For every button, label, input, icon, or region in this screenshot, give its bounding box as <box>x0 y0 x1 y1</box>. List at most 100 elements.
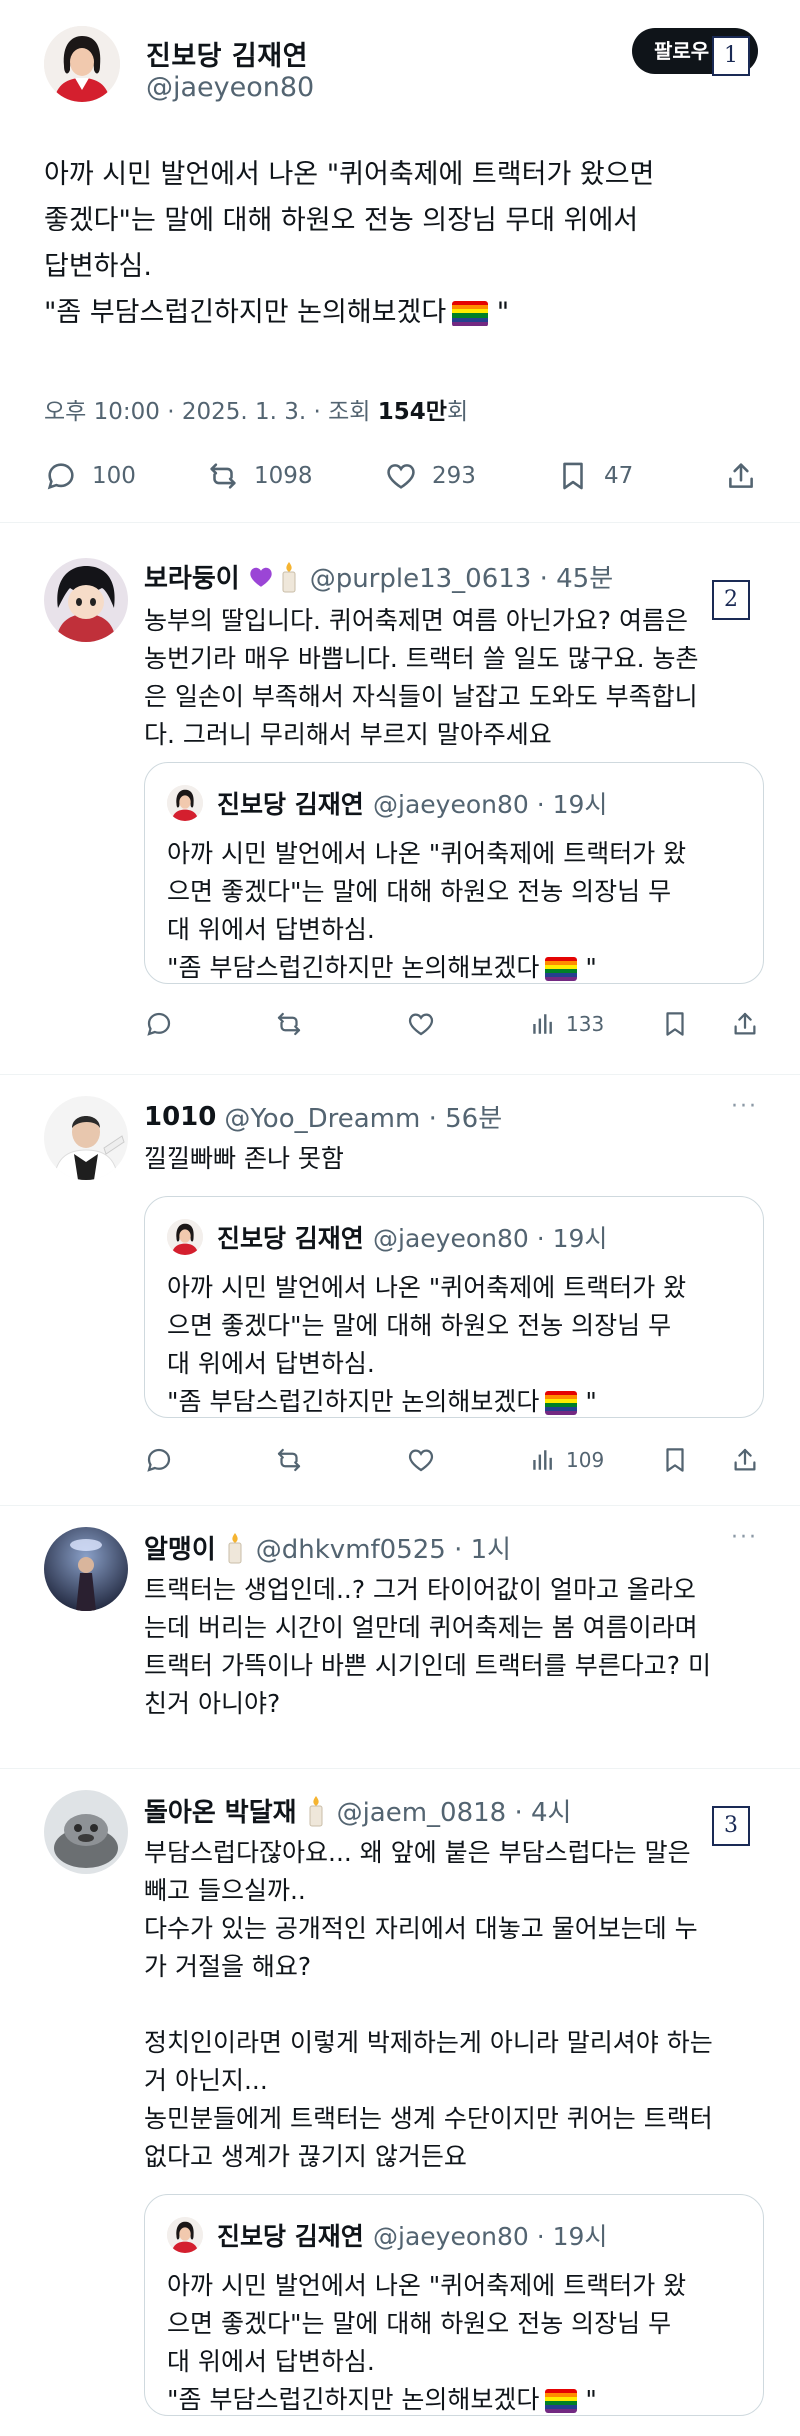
reply-text: 낄낄빠빠 존나 못함 <box>144 1140 764 1178</box>
analytics-icon <box>530 1011 556 1037</box>
reply-text-line: 농번기라 매우 바쁩니다. 트랙터 쓸 일도 많구요. 농촌 <box>144 644 699 673</box>
reply-post[interactable]: 알맹이 @dhkvmf0525 · 1시 ··· 트랙터는 생업인데..? 그거… <box>0 1507 800 1769</box>
quoted-handle: @jaeyeon80 · 19시 <box>373 790 608 819</box>
view-count-suffix: 회 <box>446 399 469 425</box>
reply-display-name[interactable]: 알맹이 <box>144 1529 216 1566</box>
bookmark-button[interactable]: 47 <box>556 454 633 498</box>
more-options-icon[interactable]: ··· <box>731 1525 758 1550</box>
bookmark-icon <box>660 1445 690 1475</box>
views-button[interactable]: 133 <box>530 1006 604 1042</box>
like-button[interactable]: 293 <box>384 454 476 498</box>
reply-header: 1010 @Yoo_Dreamm · 56분 <box>144 1098 502 1135</box>
bookmark-icon <box>556 459 590 493</box>
reply-text-line: 농부의 딸입니다. 퀴어축제면 여름 아닌가요? 여름은 <box>144 606 688 635</box>
like-button[interactable] <box>406 1006 436 1042</box>
rainbow-flag-icon <box>545 2389 578 2413</box>
share-icon <box>724 459 758 493</box>
more-options-icon[interactable]: ··· <box>731 1094 758 1119</box>
candle-icon <box>224 1531 246 1565</box>
rainbow-flag-icon <box>545 957 578 981</box>
analytics-icon <box>530 1447 556 1473</box>
repost-icon <box>274 1445 304 1475</box>
post-timestamp[interactable]: 오후 10:00 · 2025. 1. 3. · 조회 <box>44 399 378 425</box>
views-button[interactable]: 109 <box>530 1442 604 1478</box>
view-count: 154만 <box>377 399 447 425</box>
quoted-text-line: 으면 좋겠다"는 말에 대해 하원오 전농 의장님 무 <box>167 877 672 906</box>
quoted-display-name: 진보당 김재연 <box>217 2222 364 2251</box>
reply-text-line: 농민분들에게 트랙터는 생계 수단이지만 퀴어는 트랙터 <box>144 2104 713 2133</box>
reply-handle[interactable]: @Yoo_Dreamm · 56분 <box>224 1098 502 1135</box>
reply-header: 돌아온 박달재 @jaem_0818 · 4시 <box>144 1792 571 1829</box>
repost-count: 1098 <box>254 463 313 489</box>
reply-avatar[interactable] <box>44 1790 128 1874</box>
author-avatar[interactable] <box>44 26 120 102</box>
repost-button[interactable] <box>274 1006 304 1042</box>
reply-avatar[interactable] <box>44 1096 128 1180</box>
quoted-text-line: 으면 좋겠다"는 말에 대해 하원오 전농 의장님 무 <box>167 2309 672 2338</box>
quoted-author-avatar <box>167 1219 203 1255</box>
reply-icon <box>44 459 78 493</box>
bookmark-count: 47 <box>604 463 634 489</box>
reply-display-name[interactable]: 1010 <box>144 1102 216 1132</box>
quoted-author-avatar <box>167 785 203 821</box>
view-count: 109 <box>566 1448 605 1472</box>
main-post-divider <box>0 522 800 523</box>
reply-text-line <box>144 1986 764 2024</box>
quoted-display-name: 진보당 김재연 <box>217 1224 364 1253</box>
share-button[interactable] <box>724 454 758 498</box>
reply-avatar[interactable] <box>44 1527 128 1611</box>
candle-icon <box>305 1794 327 1828</box>
reply-text: 트랙터는 생업인데..? 그거 타이어값이 얼마고 올라오 는데 버리는 시간이… <box>144 1571 764 1723</box>
quoted-text-line: "좀 부담스럽긴하지만 논의해보겠다 " <box>167 2385 597 2414</box>
bookmark-button[interactable] <box>660 1006 690 1042</box>
post-text-line: "좀 부담스럽긴하지만 논의해보겠다 " <box>44 297 510 328</box>
reply-handle[interactable]: @jaem_0818 · 4시 <box>337 1792 572 1829</box>
reply-post[interactable]: 1010 @Yoo_Dreamm · 56분 ··· 낄낄빠빠 존나 못함 진보… <box>0 1076 800 1506</box>
post-text-line: 답변하심. <box>44 251 152 282</box>
quoted-post[interactable]: 진보당 김재연 @jaeyeon80 · 19시 아까 시민 발언에서 나온 "… <box>144 2194 764 2416</box>
reply-handle[interactable]: @purple13_0613 · 45분 <box>310 558 613 595</box>
reply-header: 알맹이 @dhkvmf0525 · 1시 <box>144 1529 511 1566</box>
reply-handle[interactable]: @dhkvmf0525 · 1시 <box>256 1529 511 1566</box>
reply-count: 100 <box>92 463 136 489</box>
reply-text: 부담스럽다잖아요... 왜 앞에 붙은 부담스럽다는 말은 빼고 들으실까.. … <box>144 1834 764 2176</box>
post-actions: 100 1098 293 47 <box>44 454 760 498</box>
rainbow-flag-icon <box>545 1391 578 1415</box>
quoted-text-line: 대 위에서 답변하심. <box>167 915 375 944</box>
reply-text-line: 는데 버리는 시간이 얼만데 퀴어축제는 봄 여름이라며 <box>144 1613 698 1642</box>
quoted-text-line: 대 위에서 답변하심. <box>167 1349 375 1378</box>
like-count: 293 <box>432 463 476 489</box>
reply-text-line: 친거 아니야? <box>144 1689 281 1718</box>
share-icon <box>730 1009 760 1039</box>
share-button[interactable] <box>730 1442 760 1478</box>
reply-display-name[interactable]: 돌아온 박달재 <box>144 1792 297 1829</box>
quoted-post[interactable]: 진보당 김재연 @jaeyeon80 · 19시 아까 시민 발언에서 나온 "… <box>144 762 764 984</box>
author-display-name[interactable]: 진보당 김재연 <box>146 34 308 73</box>
reply-text-line: 정치인이라면 이렇게 박제하는게 아니라 말리셔야 하는 <box>144 2028 713 2057</box>
post-text-line: 아까 시민 발언에서 나온 "퀴어축제에 트랙터가 왔으면 <box>44 159 655 190</box>
quoted-text-line: 으면 좋겠다"는 말에 대해 하원오 전농 의장님 무 <box>167 1311 672 1340</box>
reply-post[interactable]: 돌아온 박달재 @jaem_0818 · 4시 3 부담스럽다잖아요... 왜 … <box>0 1770 800 2436</box>
share-button[interactable] <box>730 1006 760 1042</box>
quoted-handle: @jaeyeon80 · 19시 <box>373 2222 608 2251</box>
reply-text-line: 다수가 있는 공개적인 자리에서 대놓고 물어보는데 누 <box>144 1914 698 1943</box>
reply-button[interactable] <box>144 1006 174 1042</box>
reply-text-line: 없다고 생계가 끊기지 않거든요 <box>144 2142 467 2171</box>
reply-text-line: 부담스럽다잖아요... 왜 앞에 붙은 부담스럽다는 말은 <box>144 1838 691 1867</box>
bookmark-button[interactable] <box>660 1442 690 1478</box>
reply-post[interactable]: 보라둥이 @purple13_0613 · 45분 2 농부의 딸입니다. 퀴어… <box>0 540 800 1075</box>
like-button[interactable] <box>406 1442 436 1478</box>
reply-display-name[interactable]: 보라둥이 <box>144 558 240 595</box>
repost-button[interactable]: 1098 <box>206 454 313 498</box>
quoted-post[interactable]: 진보당 김재연 @jaeyeon80 · 19시 아까 시민 발언에서 나온 "… <box>144 1196 764 1418</box>
repost-button[interactable] <box>274 1442 304 1478</box>
reply-button[interactable] <box>144 1442 174 1478</box>
reply-avatar[interactable] <box>44 558 128 642</box>
quoted-text: 아까 시민 발언에서 나온 "퀴어축제에 트랙터가 왔 으면 좋겠다"는 말에 … <box>167 835 747 987</box>
author-handle[interactable]: @jaeyeon80 <box>146 72 314 103</box>
reply-text-line: 트랙터 가뜩이나 바쁜 시기인데 트랙터를 부른다고? 미 <box>144 1651 711 1680</box>
quoted-display-name: 진보당 김재연 <box>217 790 364 819</box>
repost-icon <box>206 459 240 493</box>
reply-button[interactable]: 100 <box>44 454 136 498</box>
quoted-text: 아까 시민 발언에서 나온 "퀴어축제에 트랙터가 왔 으면 좋겠다"는 말에 … <box>167 1269 747 1421</box>
